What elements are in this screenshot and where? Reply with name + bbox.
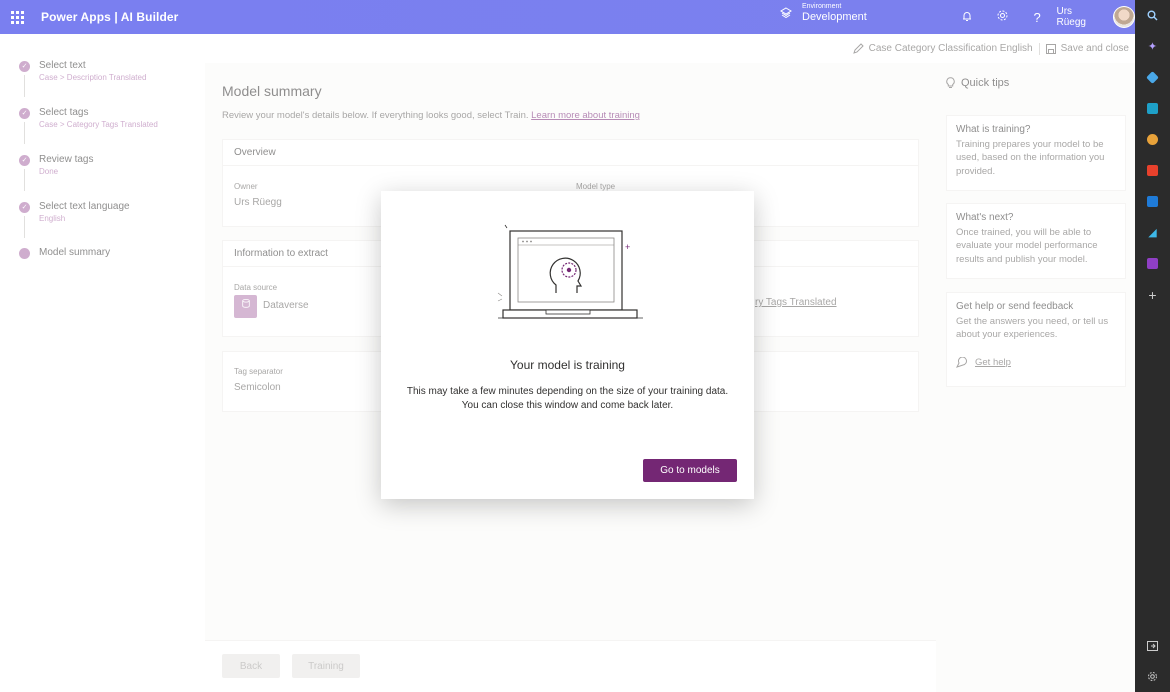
copilot-icon[interactable]: ✦ — [1135, 31, 1170, 62]
help-icon[interactable]: ? — [1020, 10, 1055, 25]
avatar[interactable] — [1113, 6, 1135, 28]
search-icon[interactable] — [1135, 0, 1170, 31]
environment-value: Development — [802, 10, 867, 23]
send-icon[interactable]: ◢ — [1135, 217, 1170, 248]
settings-gear-icon[interactable] — [985, 9, 1020, 25]
app-title[interactable]: Power Apps | AI Builder — [41, 10, 178, 24]
app-launcher-button[interactable] — [0, 0, 34, 34]
dialog-title: Your model is training — [510, 358, 625, 372]
rail-settings-icon[interactable] — [1135, 661, 1170, 692]
environment-label: Environment — [802, 3, 842, 10]
svg-text:+: + — [625, 242, 630, 252]
office-icon[interactable] — [1135, 155, 1170, 186]
go-to-models-button[interactable]: Go to models — [643, 459, 737, 482]
dialog-description-line-1: This may take a few minutes depending on… — [406, 386, 729, 397]
dialog-description: This may take a few minutes depending on… — [391, 385, 744, 413]
open-panel-icon[interactable] — [1135, 630, 1170, 661]
training-dialog: + Your model is training This may take a… — [381, 191, 754, 499]
top-bar: Power Apps | AI Builder Environment Deve… — [0, 0, 1135, 34]
onenote-icon[interactable] — [1135, 248, 1170, 279]
laptop-brain-illustration: + — [497, 224, 643, 319]
side-app-rail: ✦ ◢ + — [1135, 0, 1170, 692]
user-name[interactable]: Urs Rüegg — [1056, 6, 1104, 28]
waffle-icon — [10, 10, 24, 24]
briefcase-icon[interactable] — [1135, 93, 1170, 124]
notifications-icon[interactable] — [950, 10, 985, 25]
dialog-description-line-2: You can close this window and come back … — [461, 400, 674, 411]
environment-picker[interactable]: Environment Development — [780, 3, 867, 23]
outlook-icon[interactable] — [1135, 186, 1170, 217]
people-icon[interactable] — [1135, 124, 1170, 155]
add-app-icon[interactable]: + — [1135, 279, 1170, 310]
environment-icon — [780, 7, 792, 18]
tag-icon[interactable] — [1135, 62, 1170, 93]
